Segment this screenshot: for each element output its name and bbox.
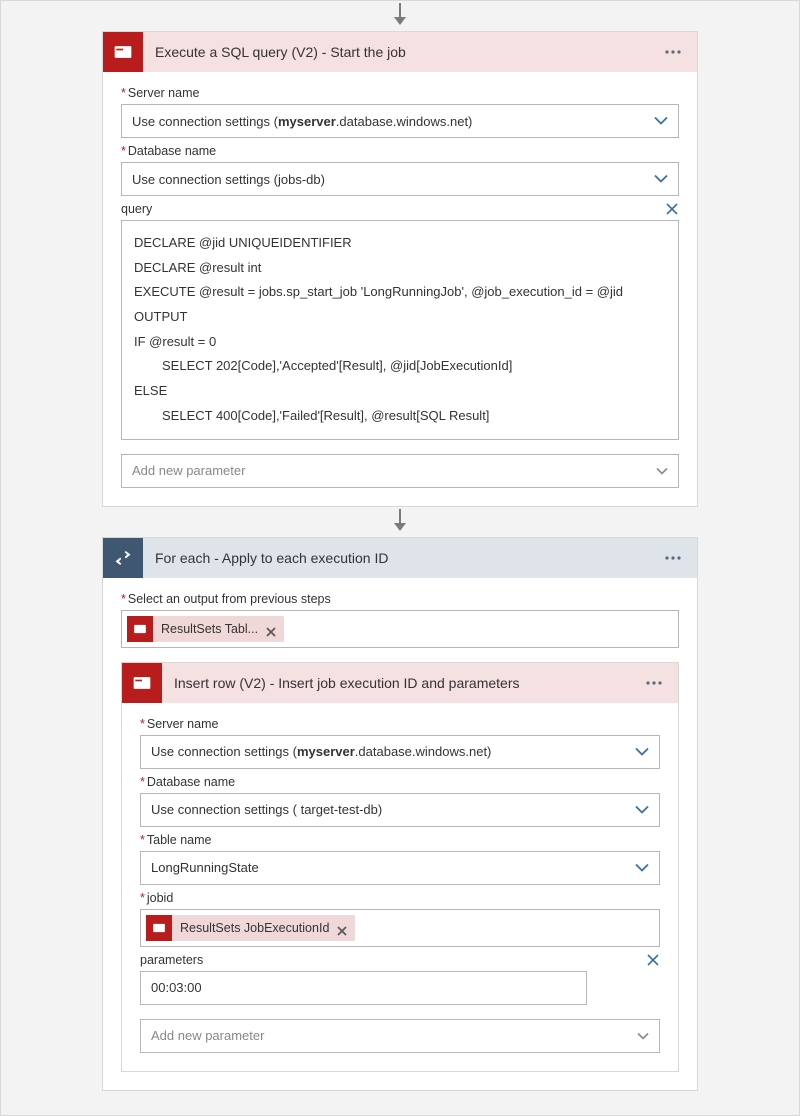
parameters-input[interactable] [140, 971, 587, 1005]
action-body: *Server name Use connection settings ( m… [103, 72, 697, 506]
output-label: *Select an output from previous steps [121, 592, 679, 606]
action-title: Execute a SQL query (V2) - Start the job [143, 44, 661, 60]
server-name-select[interactable]: Use connection settings ( myserver.datab… [140, 735, 660, 769]
chevron-down-icon [635, 744, 649, 759]
parameters-label-row: parameters [140, 953, 660, 967]
chevron-down-icon [654, 114, 668, 129]
server-name-label: *Server name [140, 717, 660, 731]
database-name-select[interactable]: Use connection settings (jobs-db) [121, 162, 679, 196]
action-menu-button[interactable] [642, 671, 666, 695]
server-name-select[interactable]: Use connection settings ( myserver.datab… [121, 104, 679, 138]
action-foreach: For each - Apply to each execution ID *S… [102, 537, 698, 1091]
database-name-select[interactable]: Use connection settings ( target-test-db… [140, 793, 660, 827]
parameters-label: parameters [140, 953, 203, 967]
flow-arrow [394, 509, 406, 531]
sql-icon [146, 915, 172, 941]
token-remove-button[interactable] [266, 624, 276, 634]
chevron-down-icon [637, 1028, 649, 1043]
chevron-down-icon [635, 802, 649, 817]
action-menu-button[interactable] [661, 40, 685, 64]
query-textarea[interactable]: DECLARE @jid UNIQUEIDENTIFIER DECLARE @r… [121, 220, 679, 440]
chevron-down-icon [635, 860, 649, 875]
jobid-token-field[interactable]: ResultSets JobExecutionId [140, 909, 660, 947]
table-name-select[interactable]: LongRunningState [140, 851, 660, 885]
action-menu-button[interactable] [661, 546, 685, 570]
sql-icon [122, 663, 162, 703]
action-header[interactable]: For each - Apply to each execution ID [103, 538, 697, 578]
query-label: query [121, 202, 152, 216]
server-name-label: *Server name [121, 86, 679, 100]
table-name-label: *Table name [140, 833, 660, 847]
action-insert-row: Insert row (V2) - Insert job execution I… [121, 662, 679, 1072]
chevron-down-icon [654, 172, 668, 187]
flow-arrow [394, 3, 406, 25]
query-label-row: query [121, 202, 679, 216]
action-execute-sql: Execute a SQL query (V2) - Start the job… [102, 31, 698, 507]
database-name-label: *Database name [121, 144, 679, 158]
add-parameter-select[interactable]: Add new parameter [140, 1019, 660, 1053]
loop-icon [103, 538, 143, 578]
jobid-label: *jobid [140, 891, 660, 905]
sql-icon [103, 32, 143, 72]
action-title: Insert row (V2) - Insert job execution I… [162, 675, 642, 691]
token-remove-button[interactable] [337, 923, 347, 933]
add-parameter-select[interactable]: Add new parameter [121, 454, 679, 488]
action-header[interactable]: Insert row (V2) - Insert job execution I… [122, 663, 678, 703]
action-title: For each - Apply to each execution ID [143, 550, 661, 566]
remove-query-button[interactable] [665, 202, 679, 216]
remove-parameter-button[interactable] [646, 953, 660, 967]
action-body: *Select an output from previous steps Re… [103, 578, 697, 1090]
sql-icon [127, 616, 153, 642]
action-header[interactable]: Execute a SQL query (V2) - Start the job [103, 32, 697, 72]
action-body: *Server name Use connection settings ( m… [122, 703, 678, 1071]
chevron-down-icon [656, 463, 668, 478]
designer-canvas: Execute a SQL query (V2) - Start the job… [0, 0, 800, 1116]
database-name-label: *Database name [140, 775, 660, 789]
token-resultsets-table[interactable]: ResultSets Tabl... [127, 616, 284, 642]
output-token-field[interactable]: ResultSets Tabl... [121, 610, 679, 648]
token-resultsets-jobexecutionid[interactable]: ResultSets JobExecutionId [146, 915, 355, 941]
